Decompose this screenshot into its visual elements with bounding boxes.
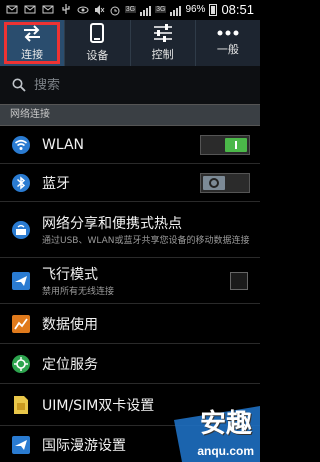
setting-location[interactable]: 定位服务 — [0, 344, 260, 384]
battery-icon — [209, 3, 218, 16]
setting-hotspot[interactable]: 网络分享和便携式热点 通过USB、WLAN或蓝牙共享您设备的移动数据连接 — [0, 202, 260, 258]
tab-label: 控制 — [151, 48, 174, 61]
tab-controls[interactable]: 控制 — [129, 20, 195, 66]
watermark-text-en: anqu.com — [197, 444, 254, 458]
search-input[interactable] — [34, 77, 234, 93]
watermark: 安趣 anqu.com — [164, 400, 260, 462]
tab-label: 一般 — [216, 43, 239, 56]
data-usage-icon — [10, 313, 32, 335]
network-3g-b: 3G — [155, 6, 167, 13]
hotspot-icon — [10, 219, 32, 241]
setting-title: 飞行模式 — [42, 266, 98, 283]
bluetooth-icon — [10, 172, 32, 194]
alarm-icon — [110, 6, 120, 15]
setting-data-usage[interactable]: 数据使用 — [0, 304, 260, 344]
setting-bluetooth[interactable]: 蓝牙 — [0, 164, 260, 202]
location-icon — [10, 353, 32, 375]
battery-percent: 96% — [185, 4, 206, 15]
search-bar[interactable] — [0, 66, 260, 104]
tab-device[interactable]: 设备 — [64, 20, 129, 66]
wlan-toggle[interactable] — [200, 134, 250, 155]
swap-arrows-icon — [24, 25, 41, 42]
airplane-icon — [10, 270, 32, 292]
settings-tab-bar: 连接 设备 控制 一般 — [0, 20, 260, 66]
sliders-icon — [153, 24, 172, 42]
wifi-icon — [10, 134, 32, 156]
mail-icon-3 — [42, 5, 54, 14]
network-3g-a: 3G — [124, 6, 137, 13]
setting-title: 数据使用 — [42, 316, 98, 333]
setting-airplane-mode[interactable]: 飞行模式 禁用所有无线连接 — [0, 258, 260, 304]
tab-label: 设备 — [86, 49, 109, 62]
signal-icon-b — [170, 4, 182, 16]
mail-icon-2 — [24, 5, 36, 14]
setting-wlan[interactable]: WLAN — [0, 126, 260, 164]
tab-general[interactable]: 一般 — [194, 20, 260, 66]
airplane-mode-checkbox[interactable] — [230, 271, 248, 290]
status-bar: 3G 3G 96% 08:51 — [0, 0, 260, 20]
setting-title: 网络分享和便携式热点 — [42, 215, 182, 232]
more-dots-icon — [217, 30, 239, 36]
usb-icon — [62, 4, 70, 14]
tab-label: 连接 — [21, 48, 44, 61]
sim-card-icon — [10, 394, 32, 416]
phone-icon — [90, 23, 105, 43]
setting-title: 定位服务 — [42, 356, 98, 373]
roaming-icon — [10, 434, 32, 456]
watermark-text-cn: 安趣 — [199, 409, 252, 439]
setting-subtitle: 禁用所有无线连接 — [42, 286, 115, 297]
section-header-network: 网络连接 — [0, 104, 260, 126]
mute-icon — [94, 4, 105, 15]
mail-icon — [6, 5, 18, 14]
tab-connections[interactable]: 连接 — [0, 20, 65, 66]
signal-icon-a — [140, 4, 152, 16]
eye-icon — [77, 6, 89, 13]
clock: 08:51 — [221, 2, 254, 17]
bluetooth-toggle[interactable] — [200, 172, 250, 193]
setting-subtitle: 通过USB、WLAN或蓝牙共享您设备的移动数据连接 — [42, 235, 250, 246]
search-icon — [12, 78, 26, 92]
